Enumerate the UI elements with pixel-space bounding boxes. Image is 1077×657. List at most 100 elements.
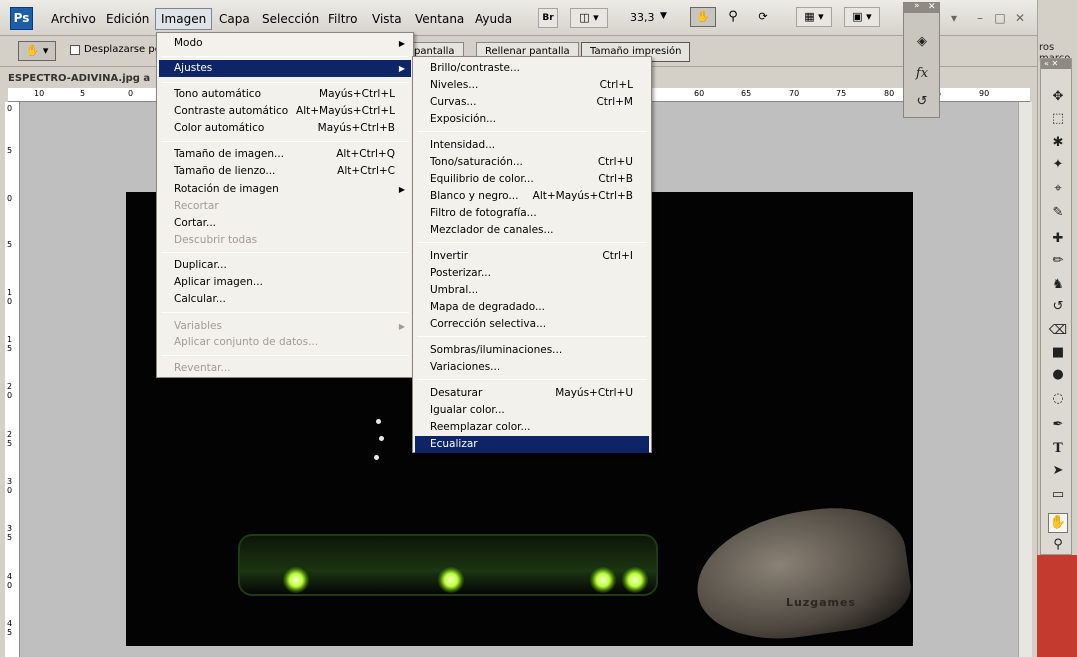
close-icon[interactable]: ✕ xyxy=(928,2,936,12)
menu-item-rotacion-imagen[interactable]: Rotación de imagen ▶ xyxy=(159,181,411,198)
menu-edicion[interactable]: Edición xyxy=(101,8,154,30)
healing-brush-icon[interactable]: ✚ xyxy=(1048,229,1068,249)
history-brush-icon[interactable]: ↺ xyxy=(1048,297,1068,317)
brush-icon[interactable]: ✏ xyxy=(1048,251,1068,271)
menu-item-cortar[interactable]: Cortar... xyxy=(159,215,411,232)
layers-icon[interactable]: ◈ xyxy=(911,31,933,53)
menu-item-tamano-imagen[interactable]: Tamaño de imagen... Alt+Ctrl+Q xyxy=(159,146,411,163)
type-icon[interactable]: T xyxy=(1048,439,1068,459)
zoom-level[interactable]: 33,3 xyxy=(630,11,655,24)
tool-preset-picker[interactable]: ✋ ▾ xyxy=(18,41,56,61)
menu-item-intensidad[interactable]: Intensidad... xyxy=(415,137,649,154)
menu-item-mezclador-canales[interactable]: Mezclador de canales... xyxy=(415,222,649,239)
menu-filtro[interactable]: Filtro xyxy=(323,8,362,30)
submenu-arrow-icon: ▶ xyxy=(398,185,405,194)
tools-panel: « ✕ ✥ ⬚ ✱ ✦ ⌖ ✎ ✚ ✏ ♞ ↺ ⌫ ■ ● ◌ ✒ T ➤ ▭ … xyxy=(1040,58,1072,555)
marquee-icon[interactable]: ⬚ xyxy=(1048,109,1068,129)
menu-archivo[interactable]: Archivo xyxy=(46,8,101,30)
submenu-arrow-icon: ▶ xyxy=(398,39,405,48)
menu-vista[interactable]: Vista xyxy=(367,8,407,30)
menu-item-correccion-selectiva[interactable]: Corrección selectiva... xyxy=(415,316,649,333)
zoom-dropdown-icon[interactable]: ▼ xyxy=(660,11,667,21)
menu-item-tamano-lienzo[interactable]: Tamaño de lienzo... Alt+Ctrl+C xyxy=(159,163,411,180)
dodge-icon[interactable]: ◌ xyxy=(1048,389,1068,409)
film-icon[interactable]: ◫ ▾ xyxy=(570,8,608,28)
zoom-icon[interactable]: ⚲ xyxy=(722,7,744,27)
arrange-documents-icon[interactable]: ▦ ▾ xyxy=(796,7,832,27)
document-tab[interactable]: ESPECTRO-ADIVINA.jpg a xyxy=(8,70,150,88)
menu-item-color-automatico[interactable]: Color automático Mayús+Ctrl+B xyxy=(159,120,411,137)
path-selection-icon[interactable]: ➤ xyxy=(1048,461,1068,481)
panel-dock: » ✕ ◈ fx ↺ xyxy=(903,1,940,118)
vertical-scrollbar[interactable] xyxy=(1018,102,1032,657)
menu-item-tono-saturacion[interactable]: Tono/saturación... Ctrl+U xyxy=(415,154,649,171)
move-icon[interactable]: ✥ xyxy=(1048,87,1068,107)
menu-item-posterizar[interactable]: Posterizar... xyxy=(415,265,649,282)
menu-item-descubrir-todas: Descubrir todas xyxy=(174,234,258,246)
menu-seleccion[interactable]: Selección xyxy=(257,8,324,30)
zoom-tool-icon[interactable]: ⚲ xyxy=(1048,535,1068,555)
menu-item-mapa-degradado[interactable]: Mapa de degradado... xyxy=(415,299,649,316)
menu-item-desaturar[interactable]: Desaturar Mayús+Ctrl+U xyxy=(415,385,649,402)
scroll-all-checkbox[interactable] xyxy=(70,45,80,55)
minimize-icon[interactable]: – xyxy=(972,10,988,26)
magic-wand-icon[interactable]: ✦ xyxy=(1048,155,1068,175)
menu-capa[interactable]: Capa xyxy=(214,8,255,30)
eraser-icon[interactable]: ⌫ xyxy=(1048,321,1068,341)
menu-item-contraste-automatico[interactable]: Contraste automático Alt+Mayús+Ctrl+L xyxy=(159,103,411,120)
menu-ventana[interactable]: Ventana xyxy=(410,8,469,30)
ruler-tick: 65 xyxy=(741,89,752,98)
menu-item-tono-automatico[interactable]: Tono automático Mayús+Ctrl+L xyxy=(159,86,411,103)
menu-imagen[interactable]: Imagen xyxy=(155,8,213,30)
menu-item-filtro-fotografia[interactable]: Filtro de fotografía... xyxy=(415,205,649,222)
crop-icon[interactable]: ⌖ xyxy=(1048,179,1068,199)
history-icon[interactable]: ↺ xyxy=(911,91,933,113)
vertical-ruler: 0 5 0 5 1 0 1 5 2 0 2 5 3 0 3 5 4 0 4 5 xyxy=(5,102,20,657)
menu-item-variaciones[interactable]: Variaciones... xyxy=(415,359,649,376)
bridge-button[interactable]: Br xyxy=(538,8,558,28)
menu-item-modo[interactable]: Modo ▶ xyxy=(159,35,411,52)
menu-item-niveles[interactable]: Niveles... Ctrl+L xyxy=(415,77,649,94)
ruler-tick: 5 xyxy=(7,240,13,249)
menu-item-calcular[interactable]: Calcular... xyxy=(159,291,411,308)
menu-item-exposicion[interactable]: Exposición... xyxy=(415,111,649,128)
menu-item-ecualizar[interactable]: Ecualizar xyxy=(415,436,649,453)
close-icon[interactable]: ✕ xyxy=(1012,10,1028,26)
menu-item-sombras-iluminaciones[interactable]: Sombras/iluminaciones... xyxy=(415,342,649,359)
menu-divider xyxy=(161,56,409,57)
ruler-tick: 1 0 xyxy=(7,288,13,306)
menu-ayuda[interactable]: Ayuda xyxy=(470,8,517,30)
shape-icon[interactable]: ▭ xyxy=(1048,485,1068,505)
menu-item-curvas[interactable]: Curvas... Ctrl+M xyxy=(415,94,649,111)
menu-item-blanco-negro[interactable]: Blanco y negro... Alt+Mayús+Ctrl+B xyxy=(415,188,649,205)
menu-item-ajustes[interactable]: Ajustes ▶ xyxy=(159,60,411,77)
maximize-icon[interactable]: □ xyxy=(992,10,1008,26)
menu-item-igualar-color[interactable]: Igualar color... xyxy=(415,402,649,419)
menu-item-invertir[interactable]: Invertir Ctrl+I xyxy=(415,248,649,265)
pen-icon[interactable]: ✒ xyxy=(1048,415,1068,435)
menu-item-duplicar[interactable]: Duplicar... xyxy=(159,257,411,274)
hand-tool-icon[interactable]: ✋ xyxy=(1048,513,1068,533)
tools-collapse-icon[interactable]: « ✕ xyxy=(1041,59,1071,69)
ruler-tick: 0 xyxy=(7,104,13,113)
lasso-icon[interactable]: ✱ xyxy=(1048,133,1068,153)
menu-item-reemplazar-color[interactable]: Reemplazar color... xyxy=(415,419,649,436)
collapse-icon[interactable]: » xyxy=(914,1,920,11)
ruler-tick: 2 5 xyxy=(7,430,13,448)
screen-mode-icon[interactable]: ▣ ▾ xyxy=(844,7,880,27)
workspace-dropdown-icon[interactable]: ▾ xyxy=(946,10,962,26)
hand-icon[interactable]: ✋ xyxy=(690,7,716,27)
menu-item-equilibrio-color[interactable]: Equilibrio de color... Ctrl+B xyxy=(415,171,649,188)
green-led xyxy=(283,567,309,593)
clone-stamp-icon[interactable]: ♞ xyxy=(1048,275,1068,295)
menu-item-umbral[interactable]: Umbral... xyxy=(415,282,649,299)
ruler-tick: 10 xyxy=(34,89,45,98)
rotate-view-icon[interactable]: ⟳ xyxy=(752,7,774,27)
menu-item-brillo-contraste[interactable]: Brillo/contraste... xyxy=(415,60,649,77)
eyedropper-icon[interactable]: ✎ xyxy=(1048,203,1068,223)
menu-item-aplicar-imagen[interactable]: Aplicar imagen... xyxy=(159,274,411,291)
fx-icon[interactable]: fx xyxy=(911,63,933,85)
blur-icon[interactable]: ● xyxy=(1048,365,1068,385)
gradient-icon[interactable]: ■ xyxy=(1048,343,1068,363)
green-led xyxy=(438,567,464,593)
